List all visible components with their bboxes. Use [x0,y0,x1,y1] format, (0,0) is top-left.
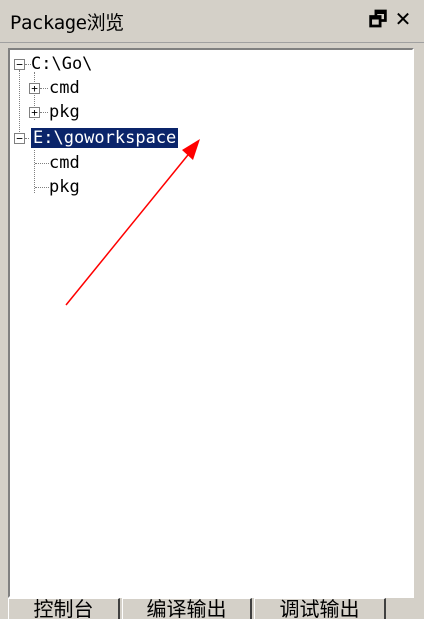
expand-icon[interactable]: + [29,107,40,118]
tab-debug-output[interactable]: 调试输出 [254,598,386,619]
package-tree[interactable]: − C:\Go\ + cmd + pkg − E:\goworkspace cm… [8,48,414,598]
close-icon[interactable]: ✕ [392,7,414,31]
collapse-icon[interactable]: − [14,59,25,70]
collapse-icon[interactable]: − [14,133,25,144]
float-window-icon[interactable]: 🗗 [367,7,389,31]
tree-node-c-go[interactable]: C:\Go\ [31,54,92,74]
tab-build-output[interactable]: 编译输出 [122,598,252,619]
bottom-tab-bar: 控制台 编译输出 调试输出 [0,598,424,619]
panel-title: Package浏览 [10,12,124,34]
tree-line [35,187,49,188]
panel-titlebar: Package浏览 🗗 ✕ [0,0,424,43]
tree-node-goworkspace[interactable]: E:\goworkspace [29,127,180,149]
tab-console[interactable]: 控制台 [8,598,120,619]
expand-icon[interactable]: + [29,83,40,94]
tree-node-cmd[interactable]: cmd [49,78,80,98]
tree-line [40,112,48,113]
tree-node-cmd[interactable]: cmd [49,153,80,173]
tree-node-pkg[interactable]: pkg [49,177,80,197]
tree-line [40,88,48,89]
tree-node-pkg[interactable]: pkg [49,102,80,122]
package-browser-panel: Package浏览 🗗 ✕ − C:\Go\ + cmd + pkg − E:\… [0,0,424,619]
tree-line [35,163,49,164]
